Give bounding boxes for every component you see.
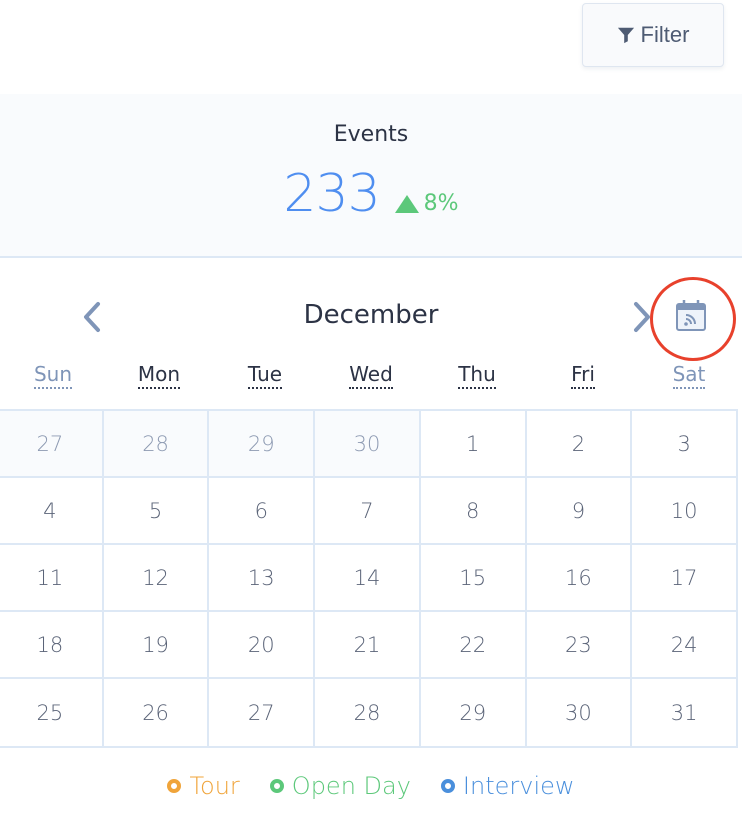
- legend-label: Tour: [189, 772, 240, 800]
- filter-button[interactable]: Filter: [582, 3, 724, 67]
- stats-title: Events: [333, 122, 409, 147]
- day-cell[interactable]: 30: [526, 679, 633, 746]
- ring-dot-icon: [440, 779, 455, 793]
- weekday-mon: Mon: [106, 362, 212, 402]
- weekday-label: Sat: [672, 362, 706, 389]
- day-cell[interactable]: 1: [420, 411, 527, 478]
- day-cell[interactable]: 16: [526, 545, 633, 612]
- filter-label: Filter: [640, 22, 690, 47]
- ring-dot-icon: [167, 779, 182, 793]
- day-cell[interactable]: 12: [103, 545, 210, 612]
- calendar-feed-icon[interactable]: [672, 296, 710, 334]
- weekday-fri: Fri: [530, 362, 636, 402]
- day-cell[interactable]: 22: [420, 612, 527, 679]
- legend-item-interview[interactable]: Interview: [440, 772, 575, 800]
- day-cell[interactable]: 13: [209, 545, 316, 612]
- calendar-grid: 27 28 29 30 1 2 3 4 5 6 7 8 9 10 11 12 13 14 15 16 17 18 19 20 2…: [0, 409, 738, 748]
- day-cell[interactable]: 2: [526, 411, 633, 478]
- events-count: 233: [283, 164, 380, 224]
- day-cell-other-month[interactable]: 27: [0, 411, 104, 478]
- day-cell[interactable]: 9: [526, 478, 633, 545]
- day-cell[interactable]: 24: [632, 612, 738, 679]
- day-cell[interactable]: 19: [103, 612, 210, 679]
- chevron-right-icon[interactable]: [626, 300, 656, 334]
- day-cell-other-month[interactable]: 29: [209, 411, 316, 478]
- day-cell[interactable]: 26: [103, 679, 210, 746]
- calendar-header: December: [0, 286, 742, 350]
- day-cell[interactable]: 5: [103, 478, 210, 545]
- weekday-label: Mon: [137, 362, 181, 389]
- day-cell[interactable]: 3: [632, 411, 738, 478]
- weekday-wed: Wed: [318, 362, 424, 402]
- day-cell[interactable]: 6: [209, 478, 316, 545]
- weekday-label: Tue: [247, 362, 283, 389]
- day-cell[interactable]: 27: [209, 679, 316, 746]
- day-cell[interactable]: 25: [0, 679, 104, 746]
- day-cell[interactable]: 20: [209, 612, 316, 679]
- day-cell[interactable]: 10: [632, 478, 738, 545]
- day-cell[interactable]: 11: [0, 545, 104, 612]
- event-legend: Tour Open Day Interview: [0, 772, 742, 800]
- legend-label: Open Day: [291, 772, 411, 800]
- weekday-sun: Sun: [0, 362, 106, 402]
- weekday-sat: Sat: [636, 362, 742, 402]
- day-cell[interactable]: 31: [632, 679, 738, 746]
- legend-item-open-day[interactable]: Open Day: [269, 772, 411, 800]
- weekday-header-row: Sun Mon Tue Wed Thu Fri Sat: [0, 362, 742, 402]
- day-cell[interactable]: 7: [315, 478, 421, 545]
- weekday-label: Sun: [33, 362, 73, 389]
- weekday-label: Thu: [458, 362, 496, 389]
- weekday-tue: Tue: [212, 362, 318, 402]
- delta-value: 8%: [423, 191, 459, 216]
- day-cell[interactable]: 29: [420, 679, 527, 746]
- day-cell[interactable]: 18: [0, 612, 104, 679]
- day-cell-other-month[interactable]: 28: [103, 411, 210, 478]
- funnel-icon: [617, 27, 634, 44]
- day-cell[interactable]: 17: [632, 545, 738, 612]
- legend-item-tour[interactable]: Tour: [167, 772, 240, 800]
- day-cell[interactable]: 28: [315, 679, 421, 746]
- day-cell-other-month[interactable]: 30: [315, 411, 421, 478]
- day-cell[interactable]: 23: [526, 612, 633, 679]
- day-cell[interactable]: 4: [0, 478, 104, 545]
- legend-label: Interview: [462, 772, 575, 800]
- day-cell[interactable]: 15: [420, 545, 527, 612]
- day-cell[interactable]: 14: [315, 545, 421, 612]
- ring-dot-icon: [269, 779, 284, 793]
- delta-badge: 8%: [394, 191, 459, 216]
- weekday-label: Fri: [571, 362, 595, 389]
- events-stats-panel: Events 233 8%: [0, 94, 742, 258]
- day-cell[interactable]: 21: [315, 612, 421, 679]
- weekday-label: Wed: [349, 362, 393, 389]
- weekday-thu: Thu: [424, 362, 530, 402]
- triangle-up-icon: [394, 194, 419, 213]
- day-cell[interactable]: 8: [420, 478, 527, 545]
